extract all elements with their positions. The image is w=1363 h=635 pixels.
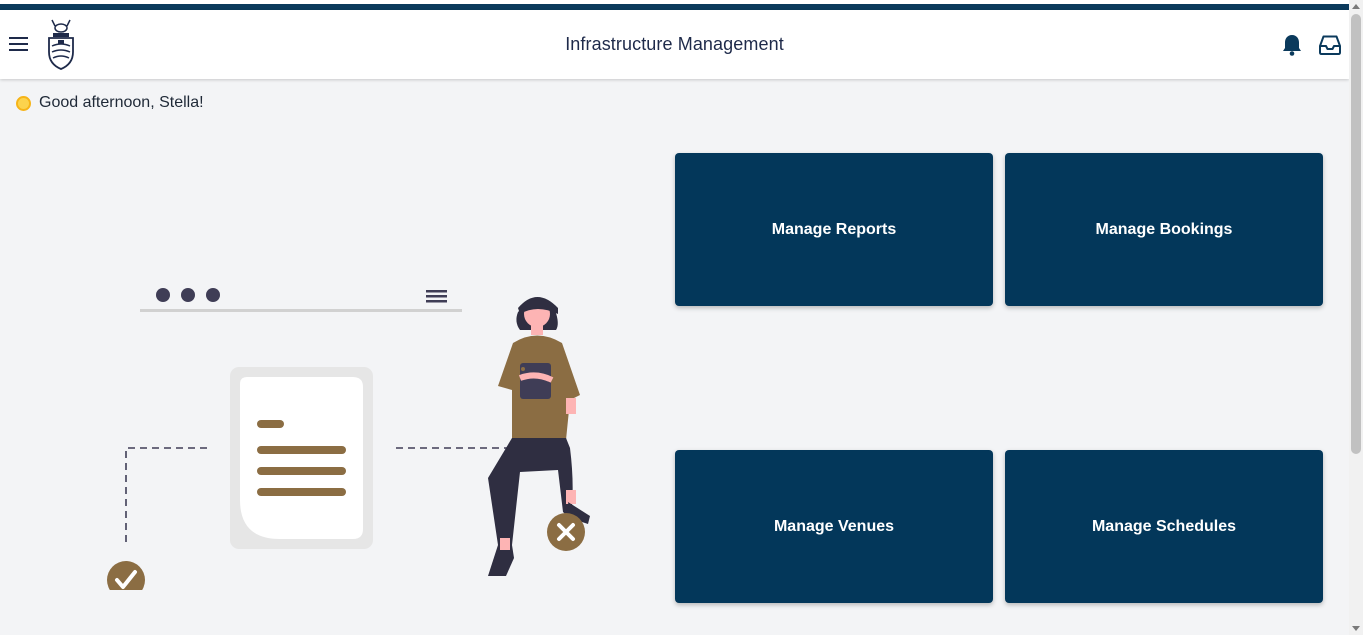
greeting: Good afternoon, Stella! xyxy=(15,94,204,112)
scroll-down-arrow-icon[interactable] xyxy=(1352,626,1360,631)
document-graphic xyxy=(230,367,373,549)
checkmark-badge-icon xyxy=(107,561,145,590)
vertical-scrollbar[interactable] xyxy=(1349,0,1363,635)
scroll-up-arrow-icon[interactable] xyxy=(1352,4,1360,9)
browser-bar-graphic xyxy=(140,288,462,312)
greeting-text: Good afternoon, Stella! xyxy=(39,94,204,111)
university-crest-logo[interactable] xyxy=(44,16,78,72)
manage-venues-button[interactable]: Manage Venues xyxy=(675,450,993,603)
app-header: Infrastructure Management xyxy=(0,10,1349,79)
close-badge-icon xyxy=(547,513,585,551)
app-title: Infrastructure Management xyxy=(565,34,784,54)
manage-schedules-button[interactable]: Manage Schedules xyxy=(1005,450,1323,603)
manage-bookings-button[interactable]: Manage Bookings xyxy=(1005,153,1323,306)
manage-reports-button[interactable]: Manage Reports xyxy=(675,153,993,306)
hero-illustration xyxy=(107,288,590,590)
bell-icon[interactable] xyxy=(1281,33,1303,57)
scrollbar-thumb[interactable] xyxy=(1351,14,1361,454)
sun-icon xyxy=(16,95,31,111)
inbox-tray-icon[interactable] xyxy=(1317,33,1343,57)
hamburger-menu-icon[interactable] xyxy=(8,34,30,54)
